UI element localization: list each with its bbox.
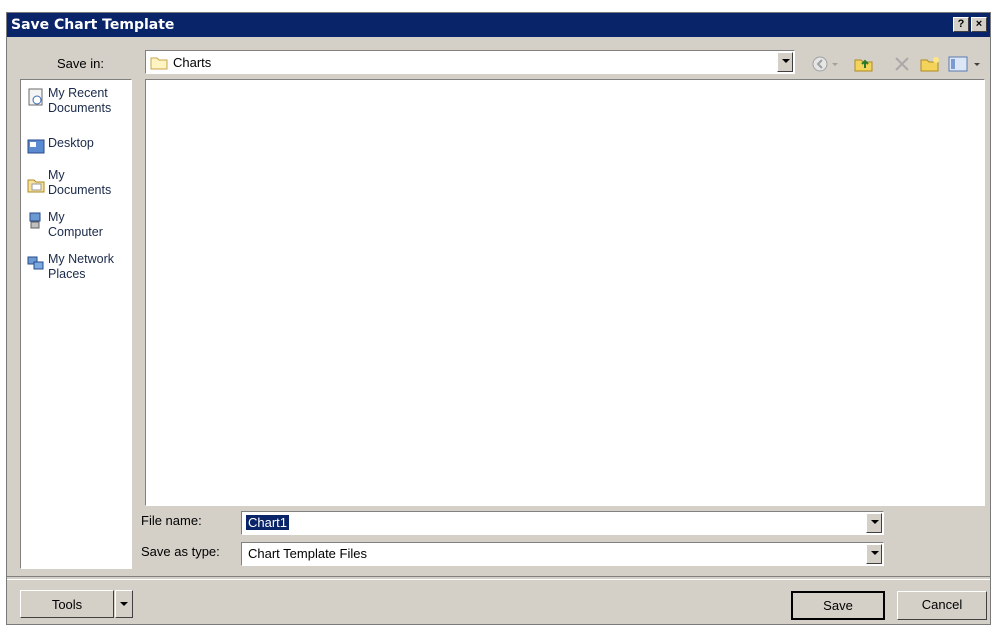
new-folder-button[interactable] — [919, 55, 941, 73]
views-icon — [948, 56, 980, 72]
place-my-computer[interactable]: My Computer — [25, 208, 129, 244]
file-name-input[interactable]: Chart1 — [241, 511, 884, 535]
place-label-line2: Computer — [48, 225, 103, 239]
save-chart-template-dialog: Save Chart Template ? × Save in: Charts — [6, 12, 991, 625]
save-in-label: Save in: — [57, 56, 104, 71]
cancel-label: Cancel — [921, 597, 963, 612]
chevron-down-icon[interactable] — [777, 52, 793, 72]
tools-dropdown-button[interactable] — [115, 590, 133, 618]
place-desktop[interactable]: Desktop — [25, 134, 129, 170]
place-my-network-places[interactable]: My Network Places — [25, 250, 129, 286]
back-button[interactable] — [811, 55, 841, 73]
bottom-divider — [7, 576, 990, 580]
up-folder-button[interactable] — [853, 55, 875, 73]
desktop-icon — [27, 139, 45, 154]
title-bar[interactable]: Save Chart Template ? × — [7, 13, 990, 37]
chevron-down-icon[interactable] — [866, 513, 882, 533]
chevron-down-icon[interactable] — [866, 544, 882, 564]
file-name-value: Chart1 — [246, 515, 290, 530]
up-folder-icon — [854, 59, 873, 72]
file-name-label: File name: — [141, 513, 202, 528]
network-places-icon — [27, 256, 44, 270]
place-label-line1: My — [48, 168, 65, 182]
views-button[interactable] — [947, 55, 983, 73]
save-in-dropdown[interactable]: Charts — [145, 50, 795, 74]
my-documents-icon — [27, 179, 45, 193]
place-label-line1: Desktop — [48, 136, 94, 150]
my-computer-icon — [29, 212, 41, 229]
cancel-button[interactable]: Cancel — [897, 591, 987, 620]
new-folder-icon — [920, 57, 939, 72]
place-my-recent-documents[interactable]: My Recent Documents — [25, 84, 129, 120]
delete-button[interactable] — [892, 55, 912, 73]
place-label-line1: My Recent — [48, 86, 108, 100]
help-button[interactable]: ? — [953, 17, 969, 32]
delete-icon — [895, 57, 909, 71]
folder-icon — [150, 57, 168, 70]
save-as-type-label: Save as type: — [141, 544, 220, 559]
places-bar: My Recent Documents Desktop My Documents — [20, 79, 132, 569]
place-label-line2: Documents — [48, 183, 112, 197]
recent-documents-icon — [28, 88, 43, 106]
save-as-type-value: Chart Template Files — [248, 546, 367, 561]
place-my-documents[interactable]: My Documents — [25, 166, 129, 202]
save-as-type-dropdown[interactable]: Chart Template Files — [241, 542, 884, 566]
tools-label: Tools — [51, 597, 83, 612]
save-in-value: Charts — [173, 55, 212, 70]
file-list[interactable] — [145, 79, 985, 506]
back-icon — [812, 56, 838, 72]
close-button[interactable]: × — [971, 17, 987, 32]
place-label-line1: My — [48, 210, 65, 224]
save-label: Save — [823, 598, 853, 613]
place-label-line2: Places — [48, 267, 86, 281]
place-label-line2: Documents — [48, 101, 112, 115]
place-label-line1: My Network — [48, 252, 114, 266]
chevron-down-icon — [120, 602, 128, 606]
dialog-title: Save Chart Template — [11, 17, 175, 33]
save-button[interactable]: Save — [791, 591, 885, 620]
tools-button[interactable]: Tools — [20, 590, 114, 618]
